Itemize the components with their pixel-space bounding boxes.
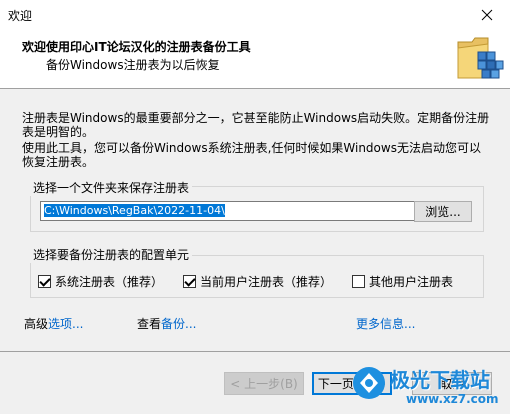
checkbox-label: 系统注册表（推荐） (55, 275, 164, 289)
intro-paragraph-1: 注册表是Windows的最重要部分之一，它甚至能防止Windows启动失败。定期… (22, 111, 490, 139)
advanced-options-link[interactable]: 高级选项... (24, 315, 83, 332)
title-bar: 欢迎 (0, 0, 510, 29)
config-group-legend: 选择要备份注册表的配置单元 (30, 246, 193, 263)
view-link-text-a: 查看 (137, 317, 162, 331)
other-users-registry-checkbox[interactable]: 其他用户注册表 (352, 273, 453, 290)
checkbox-box (183, 275, 196, 288)
registry-backup-logo-icon (457, 37, 504, 79)
header-subtitle: 备份Windows注册表为以后恢复 (46, 58, 220, 72)
backup-path-input[interactable]: C:\Windows\RegBak\2022-11-04\ (40, 201, 416, 221)
more-link-text-b: 信息... (380, 317, 416, 331)
checkbox-label: 当前用户注册表（推荐） (200, 275, 333, 289)
view-backups-link[interactable]: 查看备份... (137, 315, 196, 332)
backup-path-value: C:\Windows\RegBak\2022-11-04\ (44, 204, 225, 217)
checkbox-box (352, 275, 365, 288)
back-button[interactable]: < 上一步(B) (224, 372, 304, 395)
current-user-registry-checkbox[interactable]: 当前用户注册表（推荐） (183, 273, 332, 290)
system-registry-checkbox[interactable]: 系统注册表（推荐） (38, 273, 163, 290)
view-link-text-b: 备份... (161, 317, 197, 331)
more-info-link[interactable]: 更多信息... (356, 315, 415, 332)
window-title: 欢迎 (8, 9, 33, 23)
intro-paragraph-2: 使用此工具，您可以备份Windows系统注册表,任何时候如果Windows无法启… (22, 141, 481, 169)
watermark-logo-icon (353, 367, 385, 399)
watermark-name: 极光下载站 (390, 368, 490, 392)
site-watermark: 极光下载站 www.xz7.com (350, 360, 510, 414)
checkbox-box (38, 275, 51, 288)
wizard-header: 欢迎使用印心IT论坛汉化的注册表备份工具 备份Windows注册表为以后恢复 (0, 29, 510, 89)
checkbox-label: 其他用户注册表 (369, 275, 454, 289)
advanced-link-text-a: 高级 (24, 317, 49, 331)
footer-divider (0, 351, 510, 352)
close-icon (481, 9, 493, 20)
close-button[interactable] (464, 0, 510, 29)
browse-button[interactable]: 浏览... (414, 201, 472, 222)
folder-group-legend: 选择一个文件夹来保存注册表 (30, 179, 193, 196)
more-link-text-a: 更多 (356, 317, 381, 331)
advanced-link-text-b: 选项... (48, 317, 84, 331)
header-title: 欢迎使用印心IT论坛汉化的注册表备份工具 (22, 40, 251, 54)
watermark-url: www.xz7.com (406, 392, 499, 406)
